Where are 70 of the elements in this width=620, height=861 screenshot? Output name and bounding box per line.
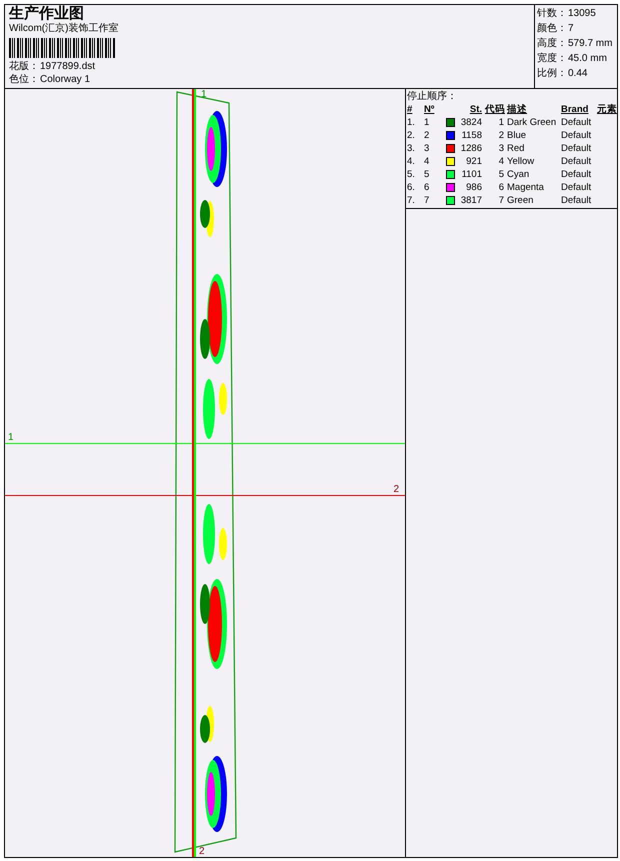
table-cell-text: Red bbox=[507, 142, 526, 155]
stat-label: 颜色： bbox=[537, 22, 567, 35]
table-cell-text: Yellow bbox=[507, 155, 536, 168]
file-name: 1977899.dst bbox=[40, 60, 96, 73]
guide-label: 1 bbox=[201, 89, 207, 100]
column-header: 描述 bbox=[507, 103, 528, 116]
stat-label: 针数： bbox=[537, 7, 567, 20]
table-cell-text: 1158 bbox=[460, 129, 483, 142]
colorway-name: Colorway 1 bbox=[40, 73, 90, 86]
stat-value: 579.7 mm bbox=[568, 37, 612, 50]
stat-value: 45.0 mm bbox=[568, 52, 607, 65]
table-cell-text: 4. bbox=[407, 155, 416, 168]
table-cell-text: 4 bbox=[424, 155, 430, 168]
table-cell-text: 1 bbox=[498, 116, 505, 129]
column-header: Nº bbox=[424, 103, 436, 116]
table-cell-text: Blue bbox=[507, 129, 528, 142]
table-cell-text: 7 bbox=[424, 194, 430, 207]
table-cell-text: 7. bbox=[407, 194, 416, 207]
table-cell-text: Green bbox=[507, 194, 534, 207]
table-cell-text: 1101 bbox=[460, 168, 483, 181]
stat-value: 7 bbox=[568, 22, 574, 35]
stat-label: 宽度： bbox=[537, 52, 567, 65]
table-cell-text: 2 bbox=[424, 129, 430, 142]
table-cell-text: 3 bbox=[424, 142, 430, 155]
table-cell-text: 5 bbox=[424, 168, 430, 181]
column-header: Brand bbox=[561, 103, 590, 116]
table-cell-text: 5 bbox=[498, 168, 505, 181]
table-cell-text: 7 bbox=[498, 194, 505, 207]
guide-label: 2 bbox=[393, 484, 399, 495]
table-title: 停止顺序： bbox=[407, 90, 458, 103]
column-header: # bbox=[407, 103, 414, 116]
table-cell-text: 6. bbox=[407, 181, 416, 194]
table-cell-text: Default bbox=[561, 129, 592, 142]
column-header: St. bbox=[468, 103, 483, 116]
stat-label: 高度： bbox=[537, 37, 567, 50]
stat-value: 13095 bbox=[568, 7, 596, 20]
table-cell-text: 986 bbox=[465, 181, 483, 194]
table-cell-text: 5. bbox=[407, 168, 416, 181]
column-header: 代码 bbox=[485, 103, 506, 116]
table-cell-text: Magenta bbox=[507, 181, 545, 194]
table-cell-text: Default bbox=[561, 181, 592, 194]
table-cell-text: 3824 bbox=[460, 116, 483, 129]
table-cell-text: 3. bbox=[407, 142, 416, 155]
guide-label: 1 bbox=[8, 432, 14, 443]
table-cell-text: Default bbox=[561, 168, 592, 181]
table-cell-text: 6 bbox=[424, 181, 430, 194]
column-header: 元素 bbox=[597, 103, 616, 116]
table-cell-text: 3817 bbox=[460, 194, 483, 207]
field-label: 花版： bbox=[9, 60, 39, 73]
table-cell-text: Default bbox=[561, 155, 592, 168]
stat-value: 0.44 bbox=[568, 67, 588, 80]
table-cell-text: 1. bbox=[407, 116, 416, 129]
sheet-title: 生产作业图 bbox=[9, 5, 85, 22]
table-cell-text: 6 bbox=[498, 181, 505, 194]
table-cell-text: 2. bbox=[407, 129, 416, 142]
table-cell-text: 1 bbox=[424, 116, 430, 129]
guide-label: 2 bbox=[199, 846, 205, 857]
stat-label: 比例： bbox=[537, 67, 567, 80]
table-cell-text: 4 bbox=[498, 155, 505, 168]
table-cell-text: 2 bbox=[498, 129, 505, 142]
table-cell-text: Cyan bbox=[507, 168, 530, 181]
field-label: 色位： bbox=[9, 73, 39, 86]
table-cell-text: 1286 bbox=[460, 142, 483, 155]
company-name: Wilcom(汇京)装饰工作室 bbox=[9, 22, 120, 35]
table-cell-text: Default bbox=[561, 142, 592, 155]
table-cell-text: 921 bbox=[465, 155, 483, 168]
table-cell-text: Default bbox=[561, 194, 592, 207]
table-cell-text: Dark Green bbox=[507, 116, 558, 129]
table-cell-text: 3 bbox=[498, 142, 505, 155]
table-cell-text: Default bbox=[561, 116, 592, 129]
